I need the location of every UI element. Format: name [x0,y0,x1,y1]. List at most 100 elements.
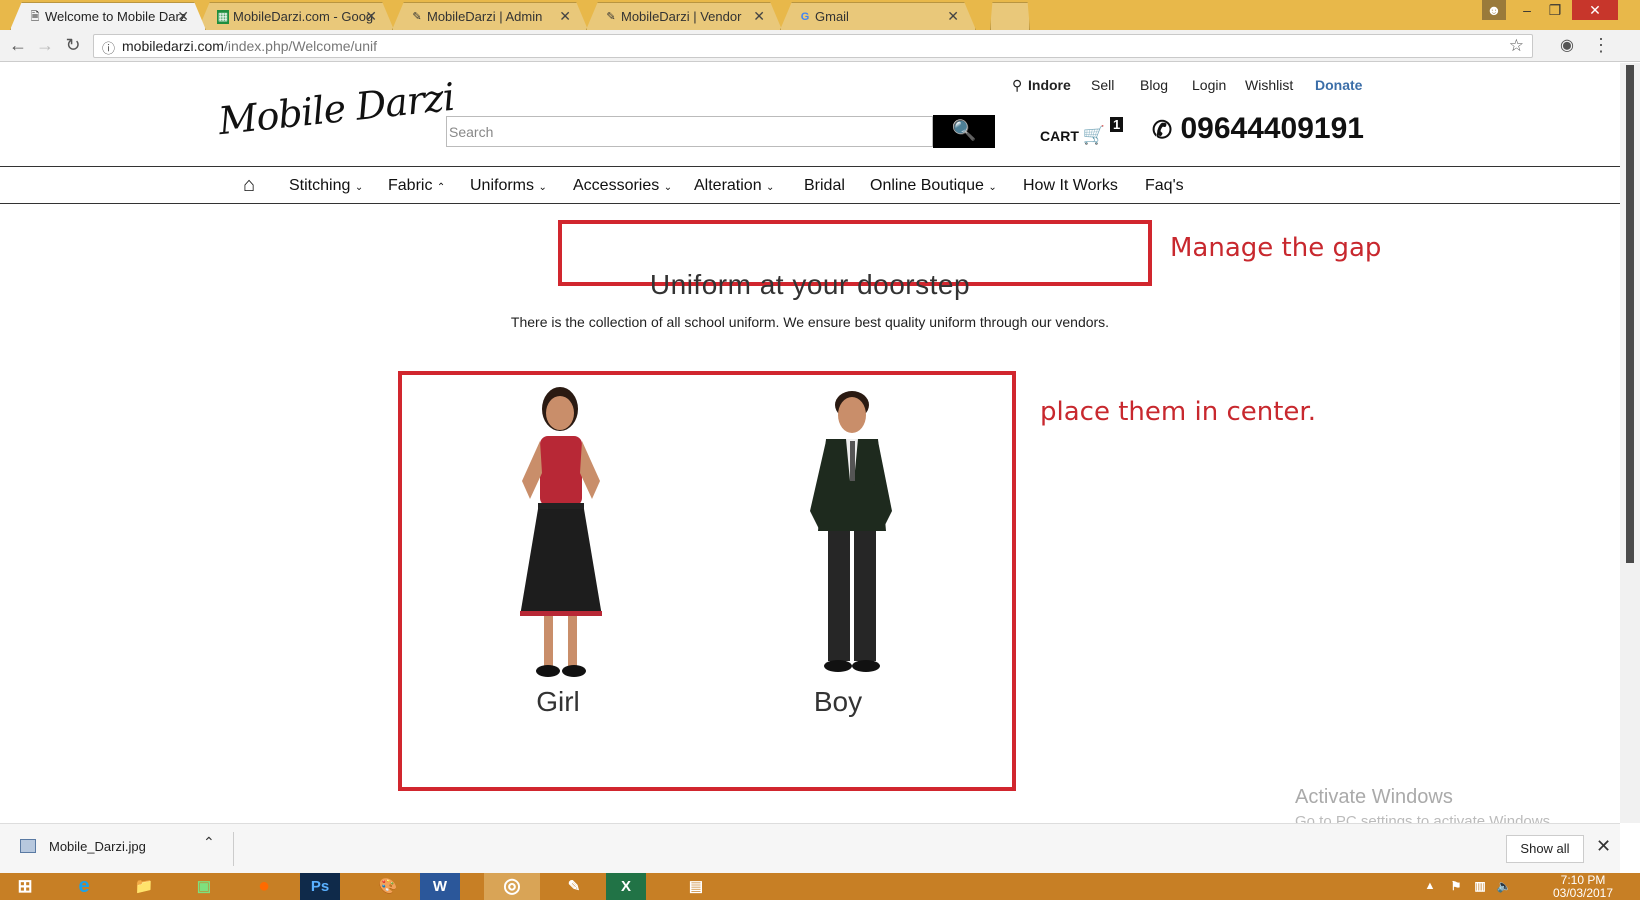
browser-tab-bar: 🗎 Welcome to Mobile Darz ✕ ▦ MobileDarzi… [0,0,1640,30]
nav-label: Online Boutique [870,177,984,194]
volume-icon[interactable]: 🔈 [1494,873,1514,900]
girl-uniform-image[interactable] [478,381,638,701]
close-icon[interactable]: ✕ [947,8,959,25]
window-close-button[interactable]: ✕ [1572,0,1618,20]
google-icon: G [800,11,810,23]
info-icon[interactable]: ⓘ [102,38,115,57]
page-heading: Uniform at your doorstep [649,269,971,300]
page-icon: ✎ [606,11,616,23]
windows-taskbar: ⊞ e 📁 ▣ ● Ps 🎨 W ◎ ✎ X ▤ ▲ ⚑ ▥ 🔈 7:10 PM… [0,873,1640,900]
menu-icon[interactable]: ⋮ [1590,35,1612,56]
chevron-down-icon: ⌄ [538,182,547,193]
center-annotation-text: place them in center. [1040,397,1316,427]
firefox-icon[interactable]: ● [236,873,292,900]
nav-faqs[interactable]: Faq's [1145,177,1184,195]
sheets-icon: ▦ [217,10,229,24]
chrome-icon[interactable]: ◎ [484,873,540,900]
phone-number: ✆ 09644409191 [1152,112,1364,146]
nav-fabric[interactable]: Fabric ⌃ [388,177,445,195]
blog-link[interactable]: Blog [1140,77,1168,93]
tab-admin[interactable]: ✎ MobileDarzi | Admin ✕ [392,2,588,30]
back-icon[interactable]: ← [7,35,29,56]
nav-accessories[interactable]: Accessories ⌄ [573,177,672,195]
cart-label: CART [1040,128,1079,144]
gap-annotation-text: Manage the gap [1170,233,1382,263]
photos-icon[interactable]: ▤ [668,873,724,900]
scrollbar-thumb[interactable] [1626,65,1634,563]
system-clock[interactable]: 7:10 PM 03/03/2017 [1538,874,1628,900]
photoshop-icon[interactable]: Ps [300,873,340,900]
chevron-down-icon: ⌄ [988,182,997,193]
file-explorer-icon[interactable]: 📁 [116,873,172,900]
boy-caption[interactable]: Boy [758,686,918,718]
sell-link[interactable]: Sell [1091,77,1114,93]
minimize-button[interactable]: – [1514,0,1540,20]
chevron-up-icon[interactable]: ⌃ [203,834,215,851]
tab-label: Welcome to Mobile Darz [45,9,187,24]
bookmark-star-icon[interactable]: ☆ [1509,36,1524,56]
notepad-icon[interactable]: ✎ [546,873,602,900]
page-scrollbar[interactable] [1620,63,1640,823]
word-icon[interactable]: W [420,873,460,900]
boy-uniform-image[interactable] [770,381,930,701]
flag-icon[interactable]: ⚑ [1446,873,1466,900]
windows-watermark-subtitle: Go to PC settings to activate Windows. [1295,813,1555,823]
url-input[interactable]: ⓘ mobiledarzi.com/index.php/Welcome/unif… [93,34,1533,58]
tray-chevron-icon[interactable]: ▲ [1420,873,1440,900]
login-link[interactable]: Login [1192,77,1226,93]
search-button[interactable]: 🔍 [933,115,995,148]
page-subtext: There is the collection of all school un… [510,314,1110,330]
location-link[interactable]: Indore [1028,77,1071,93]
chevron-down-icon: ⌄ [766,182,775,193]
internet-explorer-icon[interactable]: e [56,873,112,900]
close-icon[interactable]: ✕ [753,8,765,25]
nav-label: Alteration [694,177,762,194]
network-icon[interactable]: ▥ [1470,873,1490,900]
search-input[interactable]: Search [446,116,933,147]
wishlist-link[interactable]: Wishlist [1245,77,1293,93]
nav-uniforms[interactable]: Uniforms ⌄ [470,177,547,195]
url-path: /index.php/Welcome/unif [223,38,377,54]
extension-icon[interactable]: ◉ [1556,35,1578,55]
page-icon: 🗎 [30,11,40,23]
clock-date: 03/03/2017 [1552,886,1614,900]
tab-welcome[interactable]: 🗎 Welcome to Mobile Darz ✕ [10,2,206,30]
map-marker-icon: ⚲ [1012,77,1023,93]
restore-button[interactable]: ❐ [1542,0,1568,20]
forward-icon[interactable]: → [34,35,56,56]
tab-label: MobileDarzi | Vendor [621,9,742,24]
user-icon[interactable]: ☻ [1482,0,1506,20]
girl-caption[interactable]: Girl [478,686,638,718]
tab-vendor[interactable]: ✎ MobileDarzi | Vendor ✕ [586,2,782,30]
tab-label: MobileDarzi.com - Goog [233,9,374,24]
windows-watermark-title: Activate Windows [1295,786,1453,808]
store-icon[interactable]: ▣ [176,873,232,900]
reload-icon[interactable]: ↻ [62,35,84,56]
nav-bridal[interactable]: Bridal [804,177,845,195]
nav-stitching[interactable]: Stitching ⌄ [289,177,363,195]
close-icon[interactable]: ✕ [177,8,189,25]
tab-label: Gmail [815,9,849,24]
tab-gmail[interactable]: G Gmail ✕ [780,2,976,30]
nav-alteration[interactable]: Alteration ⌄ [694,177,774,195]
close-icon[interactable]: ✕ [365,8,377,25]
site-logo[interactable]: Mobile Darzi [216,75,456,143]
nav-label: Accessories [573,177,660,194]
donate-link[interactable]: Donate [1315,77,1362,93]
paint-icon[interactable]: 🎨 [360,873,416,900]
nav-online-boutique[interactable]: Online Boutique ⌄ [870,177,997,195]
close-icon[interactable]: ✕ [559,8,571,25]
download-file-name[interactable]: Mobile_Darzi.jpg [49,839,146,854]
nav-how-it-works[interactable]: How It Works [1023,177,1118,195]
home-icon[interactable]: ⌂ [243,174,255,197]
tab-google-sheets[interactable]: ▦ MobileDarzi.com - Goog ✕ [198,2,394,30]
close-icon[interactable]: ✕ [1596,836,1611,857]
windows-start-icon[interactable]: ⊞ [0,873,50,900]
cart-button[interactable]: CART 🛒 1 [1040,117,1124,146]
new-tab-button[interactable] [990,2,1030,30]
excel-icon[interactable]: X [606,873,646,900]
show-all-button[interactable]: Show all [1506,835,1584,863]
phone-icon: ✆ [1152,117,1173,144]
chevron-down-icon: ⌄ [663,182,673,193]
cart-count-badge: 1 [1110,117,1124,132]
